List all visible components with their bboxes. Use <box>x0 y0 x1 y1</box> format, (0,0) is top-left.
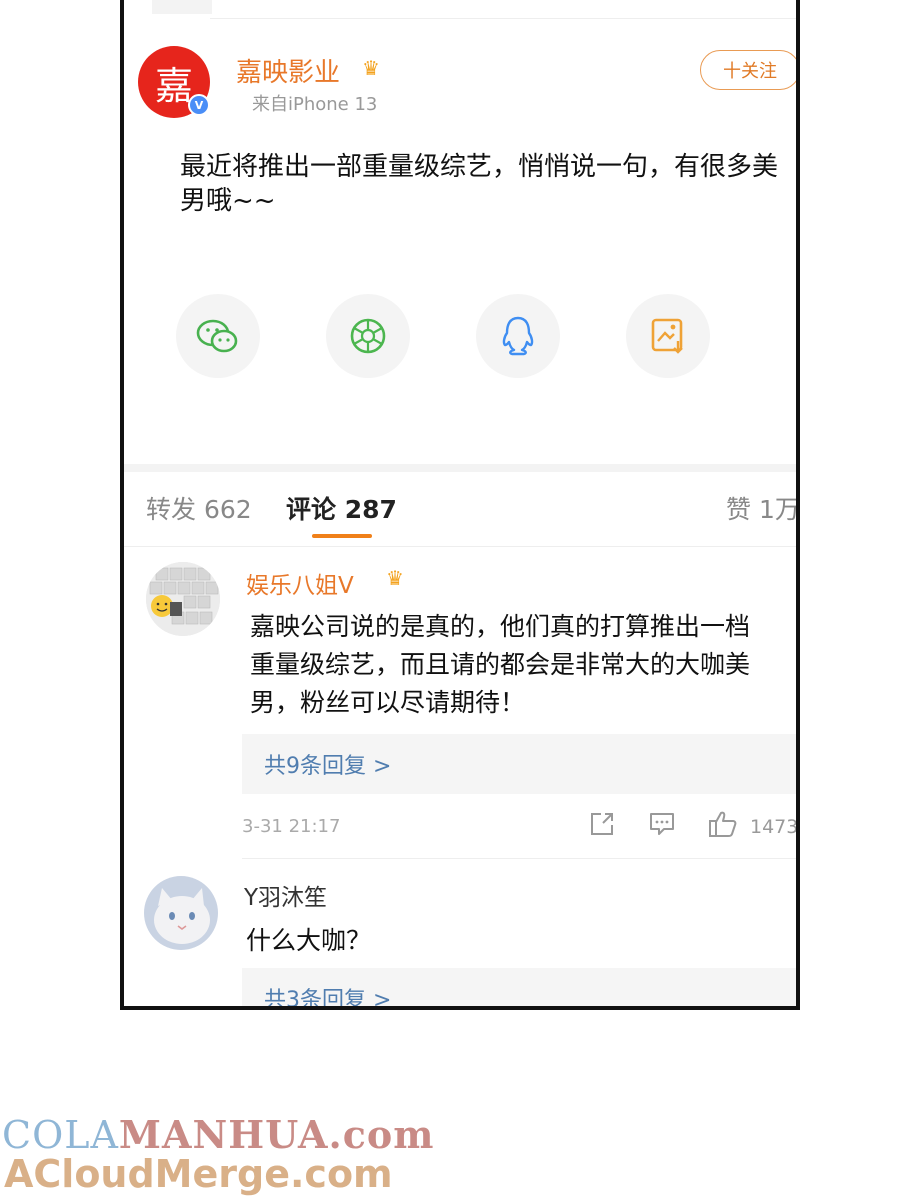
crown-badge-icon: ♛ <box>362 56 380 80</box>
view-replies-link[interactable]: 共9条回复 > <box>242 734 796 794</box>
divider <box>210 18 796 19</box>
tab-repost[interactable]: 转发 662 <box>146 490 252 526</box>
comment-icon[interactable] <box>648 810 676 842</box>
commenter-avatar[interactable] <box>146 562 220 636</box>
tab-comments[interactable]: 评论 287 <box>286 490 397 526</box>
verified-badge-icon: V <box>188 94 210 116</box>
commenter-name[interactable]: Y羽沐笙 <box>244 878 327 912</box>
commenter-avatar[interactable] <box>144 876 218 950</box>
comment-timestamp: 3-31 21:17 <box>242 816 341 837</box>
like-thumb-icon[interactable] <box>708 810 738 842</box>
watermark-colamanhua: COLAMANHUA.com <box>2 1112 435 1157</box>
save-image-icon[interactable] <box>626 294 710 378</box>
tab-likes[interactable]: 赞 1万 <box>726 490 796 526</box>
commenter-name[interactable]: 娱乐八姐V <box>246 566 354 600</box>
tab-active-indicator <box>312 534 372 538</box>
author-name[interactable]: 嘉映影业 <box>236 52 340 89</box>
comment-text: 嘉映公司说的是真的，他们真的打算推出一档重量级综艺，而且请的都会是非常大的大咖美… <box>250 612 751 717</box>
weibo-screen: 嘉 V 嘉映影业 ♛ 来自iPhone 13 十关注 最近将推出一部重量级综艺，… <box>120 0 800 1010</box>
follow-button[interactable]: 十关注 <box>700 50 796 90</box>
post-text: 最近将推出一部重量级综艺，悄悄说一句，有很多美男哦~~ <box>180 152 779 216</box>
wechat-icon[interactable] <box>176 294 260 378</box>
qq-icon[interactable] <box>476 294 560 378</box>
comment-text: 什么大咖？ <box>246 926 372 955</box>
share-icon[interactable] <box>588 810 616 842</box>
moments-icon[interactable] <box>326 294 410 378</box>
divider <box>124 546 796 547</box>
section-divider <box>124 464 796 472</box>
watermark-acloudmerge: ACloudMerge.com <box>4 1152 393 1196</box>
like-count: 1473 <box>750 816 799 838</box>
crown-badge-icon: ♛ <box>386 566 404 590</box>
divider <box>242 858 796 859</box>
view-replies-link[interactable]: 共3条回复 > <box>242 968 796 1006</box>
post-source: 来自iPhone 13 <box>252 94 378 115</box>
top-cutoff <box>152 0 212 14</box>
